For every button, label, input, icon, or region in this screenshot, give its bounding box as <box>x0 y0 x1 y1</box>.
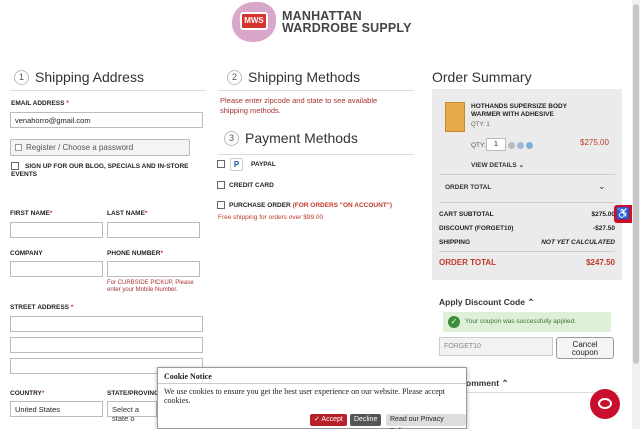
check-icon: ✓ <box>448 316 460 328</box>
section-title-text: Shipping Methods <box>248 69 361 85</box>
comment-toggle[interactable]: omment ⌃ <box>466 378 509 389</box>
coupon-success-message: ✓ Your coupon was successfully applied. <box>443 312 611 332</box>
divider <box>439 202 615 203</box>
brand-logo[interactable]: MWS MANHATTAN WARDROBE SUPPLY <box>232 2 412 42</box>
cancel-coupon-button[interactable]: Cancel coupon <box>556 337 614 359</box>
last-name-field[interactable] <box>107 222 200 238</box>
discount-code-field[interactable]: FORGET10 <box>439 337 553 356</box>
company-label: COMPANY <box>10 250 43 257</box>
phone-hint: For CURBSIDE PICKUP, Please enter your M… <box>107 280 194 293</box>
divider <box>158 383 466 384</box>
divider <box>10 90 206 91</box>
cookie-notice: Cookie Notice We use cookies to ensure y… <box>157 367 467 429</box>
decline-cookies-button[interactable]: Decline <box>350 414 382 426</box>
chevron-down-icon: ⌄ <box>518 162 525 169</box>
order-summary-title: Order Summary <box>432 69 532 85</box>
scrollbar-thumb[interactable] <box>633 4 639 364</box>
shipping-warning: Please enter zipcode and state to see av… <box>220 96 378 115</box>
purchase-order-label: PURCHASE ORDER (FOR ORDERS "ON ACCOUNT") <box>229 202 393 209</box>
qty-decrease-icon[interactable] <box>508 142 515 149</box>
divider <box>439 174 615 175</box>
logo-mark: MWS <box>232 2 276 42</box>
register-checkbox[interactable]: Register / Choose a password <box>10 139 190 156</box>
chevron-down-icon[interactable]: ⌄ <box>598 181 606 192</box>
first-name-field[interactable] <box>10 222 103 238</box>
summary-row-subtotal: CART SUBTOTAL $275.00 <box>439 211 615 218</box>
country-select[interactable]: United States <box>10 401 103 417</box>
summary-row-discount: DISCOUNT (FORGET10) -$27.50 <box>439 225 615 232</box>
paypal-label: PAYPAL <box>251 161 276 168</box>
chevron-up-icon: ⌃ <box>527 297 535 307</box>
qty-field[interactable]: 1 <box>486 138 506 151</box>
logo-line-2: WARDROBE SUPPLY <box>282 21 412 35</box>
scrollbar[interactable] <box>632 0 640 429</box>
country-label: COUNTRY* <box>10 390 45 397</box>
accessibility-icon[interactable]: ♿ <box>614 205 632 223</box>
phone-label: PHONE NUMBER* <box>107 250 163 257</box>
state-label: STATE/PROVINCE <box>107 390 164 397</box>
first-name-label: FIRST NAME* <box>10 210 53 217</box>
phone-field[interactable] <box>107 261 200 277</box>
chat-button[interactable] <box>590 389 620 419</box>
email-label: EMAIL ADDRESS * <box>11 100 69 107</box>
email-field[interactable]: venahorro@gmail.com <box>10 112 203 128</box>
purchase-order-radio[interactable] <box>217 201 225 209</box>
step-number: 3 <box>224 130 239 146</box>
product-qty-text: QTY: 1 <box>471 122 490 128</box>
step-number: 1 <box>14 69 29 85</box>
payment-methods-title: 3 Payment Methods <box>224 130 358 146</box>
accept-cookies-button[interactable]: ✓ Accept <box>310 414 347 426</box>
checkout-page: MWS MANHATTAN WARDROBE SUPPLY 1 Shipping… <box>0 0 640 429</box>
chevron-up-icon: ⌃ <box>501 378 509 388</box>
checkbox-icon <box>15 144 22 152</box>
step-number: 2 <box>227 69 242 85</box>
newsletter-label: SIGN UP FOR OUR BLOG, SPECIALS AND IN-ST… <box>11 163 189 178</box>
qty-update-icon[interactable] <box>517 142 524 149</box>
product-price: $275.00 <box>580 138 609 147</box>
state-select[interactable]: Select a state o <box>107 401 157 423</box>
paypal-radio[interactable] <box>217 160 225 168</box>
free-shipping-note: Free shipping for orders over $99.00 <box>218 214 324 221</box>
privacy-policy-button[interactable]: Read our Privacy Policy <box>386 414 466 429</box>
last-name-label: LAST NAME* <box>107 210 148 217</box>
qty-increase-icon[interactable] <box>526 142 533 149</box>
view-details-toggle[interactable]: VIEW DETAILS ⌄ <box>471 161 524 169</box>
discount-toggle[interactable]: Apply Discount Code ⌃ <box>439 297 534 308</box>
section-title-text: Shipping Address <box>35 69 144 85</box>
register-label: Register / Choose a password <box>26 143 134 152</box>
order-total-header[interactable]: ORDER TOTAL <box>445 184 491 191</box>
credit-card-label: CREDIT CARD <box>229 182 274 189</box>
summary-row-shipping: SHIPPING NOT YET CALCULATED <box>439 239 615 246</box>
logo-badge: MWS <box>240 12 268 30</box>
paypal-icon: P <box>230 158 243 171</box>
cookie-text: We use cookies to ensure you get the bes… <box>164 387 446 405</box>
divider <box>218 90 414 91</box>
product-name: HOTHANDS SUPERSIZE BODY WARMER WITH ADHE… <box>471 103 567 118</box>
summary-row-total: ORDER TOTAL $247.50 <box>439 258 615 267</box>
company-field[interactable] <box>10 261 103 277</box>
section-title-text: Payment Methods <box>245 130 358 146</box>
credit-card-radio[interactable] <box>217 181 225 189</box>
qty-label: QTY: <box>471 142 486 149</box>
logo-text: MANHATTAN WARDROBE SUPPLY <box>282 10 412 35</box>
street-label: STREET ADDRESS * <box>10 304 74 311</box>
street-field-2[interactable] <box>10 337 203 353</box>
divider <box>218 154 414 155</box>
chat-bubble-icon <box>598 398 612 409</box>
cookie-title: Cookie Notice <box>164 372 212 381</box>
product-thumbnail[interactable] <box>445 102 465 132</box>
shipping-methods-title: 2 Shipping Methods <box>227 69 360 85</box>
street-field-1[interactable] <box>10 316 203 332</box>
shipping-address-title: 1 Shipping Address <box>14 69 144 85</box>
divider <box>439 251 615 252</box>
